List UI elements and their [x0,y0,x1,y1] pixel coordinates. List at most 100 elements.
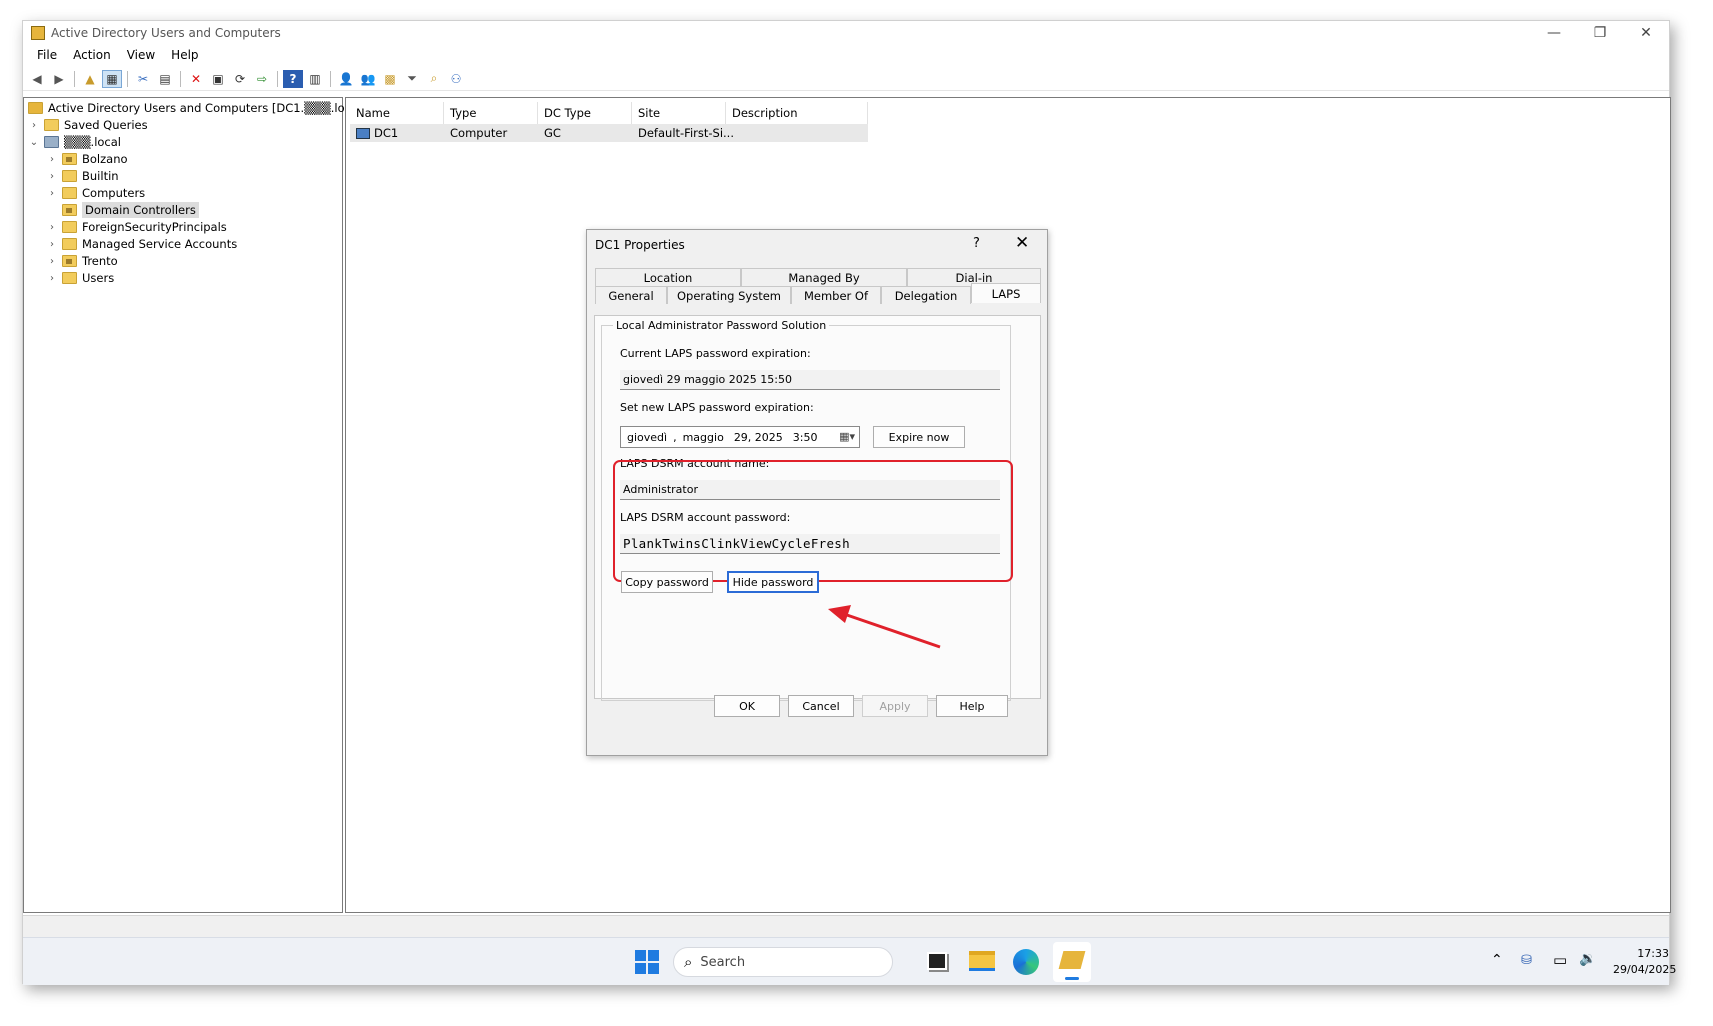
window-title: Active Directory Users and Computers [51,26,281,40]
chevron-right-icon[interactable]: › [28,120,40,131]
tab-operating-system[interactable]: Operating System [667,286,791,304]
date-month[interactable]: maggio [683,431,724,444]
console-icon[interactable]: ▥ [305,70,325,88]
new-ou-icon[interactable]: ▩ [380,70,400,88]
task-view-icon[interactable] [927,952,947,970]
export-list-icon[interactable]: ⇨ [252,70,272,88]
tree-item-domain-controllers[interactable]: Domain Controllers [46,201,199,219]
date-day-year[interactable]: 29, 2025 [734,431,783,444]
minimize-button[interactable]: — [1531,21,1577,45]
date-time[interactable]: 3:50 [793,431,818,444]
expire-now-button[interactable]: Expire now [873,426,965,448]
help-button[interactable]: Help [936,695,1008,717]
find-icon[interactable]: ⌕ [424,70,444,88]
refresh-icon[interactable]: ⟳ [230,70,250,88]
chevron-right-icon[interactable]: › [46,222,58,233]
expiration-date-picker[interactable]: giovedì , maggio 29, 2025 3:50 ▦▾ [620,426,860,448]
windows-start-icon[interactable] [635,950,659,974]
hide-password-button[interactable]: Hide password [727,571,819,593]
close-button[interactable]: ✕ [1623,21,1669,45]
tree-item-bolzano[interactable]: › Bolzano [46,150,128,168]
cut-icon[interactable]: ✂ [133,70,153,88]
tree-label: Users [82,271,115,285]
new-group-icon[interactable]: 👥 [358,70,378,88]
row-name-cell: DC1 [350,124,398,142]
column-header-name[interactable]: Name [350,102,444,124]
tab-location[interactable]: Location [595,268,741,286]
tree-item-foreign-security-principals[interactable]: › ForeignSecurityPrincipals [46,218,227,236]
current-expiration-field[interactable]: giovedì 29 maggio 2025 15:50 [620,370,1000,390]
chevron-right-icon[interactable]: › [46,171,58,182]
chevron-down-icon[interactable]: ⌄ [28,137,40,148]
row-type-cell: Computer [450,126,508,140]
tree-item-users[interactable]: › Users [46,269,114,287]
folder-icon [62,272,77,284]
tree-label: Trento [82,254,118,268]
tab-member-of[interactable]: Member Of [791,286,881,304]
back-icon[interactable]: ◀ [27,70,47,88]
tab-general[interactable]: General [595,286,667,304]
tree-pane: Active Directory Users and Computers [DC… [23,97,366,913]
copy-password-button[interactable]: Copy password [621,571,713,593]
snapin-icon [28,102,43,114]
new-user-icon[interactable]: 👤 [336,70,356,88]
dialog-title: DC1 Properties [595,238,685,252]
cancel-button[interactable]: Cancel [788,695,854,717]
menu-view[interactable]: View [119,48,163,62]
tab-delegation[interactable]: Delegation [881,286,971,304]
menu-action[interactable]: Action [65,48,119,62]
menu-help[interactable]: Help [163,48,206,62]
apply-button[interactable]: Apply [862,695,928,717]
table-row[interactable] [350,124,868,142]
tab-managed-by[interactable]: Managed By [741,268,907,286]
chevron-right-icon[interactable]: › [46,256,58,267]
dialog-help-button[interactable]: ? [973,236,980,251]
chevron-right-icon[interactable]: › [46,273,58,284]
column-header-description[interactable]: Description [726,102,868,124]
chevron-right-icon[interactable]: › [46,239,58,250]
column-header-site[interactable]: Site [632,102,726,124]
tree-root-label: Active Directory Users and Computers [DC… [48,101,366,115]
tree-label: Computers [82,186,146,200]
ok-button[interactable]: OK [714,695,780,717]
chevron-up-icon[interactable]: ⌃ [1491,952,1503,968]
calendar-dropdown-icon[interactable]: ▦▾ [839,430,855,443]
chevron-right-icon[interactable]: › [46,154,58,165]
tab-laps[interactable]: LAPS [971,283,1041,303]
tree-item-managed-service-accounts[interactable]: › Managed Service Accounts [46,235,237,253]
up-folder-icon[interactable]: ▲ [80,70,100,88]
column-header-type[interactable]: Type [444,102,538,124]
tree-item-builtin[interactable]: › Builtin [46,167,119,185]
chevron-right-icon[interactable]: › [46,188,58,199]
menu-file[interactable]: File [29,48,65,62]
tree-domain[interactable]: ⌄ ▒▒▒.local [28,133,121,151]
computer-icon [356,127,370,139]
date-weekday[interactable]: giovedì [627,431,667,444]
properties-icon[interactable]: ▣ [208,70,228,88]
filter-icon[interactable]: ⏷ [402,70,422,88]
paste-icon[interactable]: ▤ [155,70,175,88]
folder-icon [62,221,77,233]
folder-icon [62,170,77,182]
tree-saved-queries[interactable]: › Saved Queries [28,116,148,134]
network-tray-icon[interactable]: ⛁ [1521,953,1532,968]
add-to-group-icon[interactable]: ⚇ [446,70,466,88]
edge-icon[interactable] [1013,949,1039,975]
delete-icon[interactable]: ✕ [186,70,206,88]
tree-item-computers[interactable]: › Computers [46,184,145,202]
forward-icon[interactable]: ▶ [49,70,69,88]
search-box[interactable]: ⌕ Search [673,947,893,977]
help-icon[interactable]: ? [283,69,303,88]
current-expiration-label: Current LAPS password expiration: [620,347,811,360]
file-explorer-icon[interactable] [969,951,995,971]
tree-item-trento[interactable]: › Trento [46,252,118,270]
monitor-tray-icon[interactable]: ▭ [1553,951,1567,969]
show-tree-icon[interactable]: ▦ [102,69,122,88]
clock[interactable]: 17:33 29/04/2025 [1613,946,1676,978]
restore-button[interactable]: ❐ [1577,21,1623,45]
volume-icon[interactable]: 🔉 [1579,951,1596,967]
column-header-dc-type[interactable]: DC Type [538,102,632,124]
aduc-taskbar-button[interactable] [1053,942,1091,982]
tree-root[interactable]: Active Directory Users and Computers [DC… [28,99,366,117]
dialog-close-button[interactable]: ✕ [1015,233,1029,253]
